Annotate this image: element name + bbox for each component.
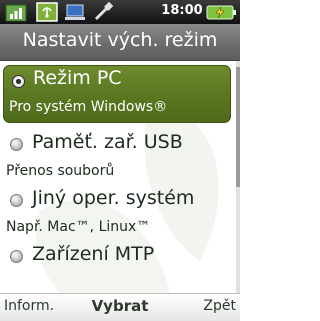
clock: 18:00 xyxy=(161,3,203,18)
radio-icon xyxy=(10,194,23,207)
usb-cable-icon xyxy=(94,2,114,21)
status-bar: 18:00 xyxy=(0,0,240,24)
option-mtp-device[interactable]: Zařízení MTP xyxy=(0,239,236,279)
option-label: Zařízení MTP xyxy=(32,243,155,265)
option-usb-storage[interactable]: Paměť. zař. USB Přenos souborů xyxy=(0,127,236,183)
scrollbar[interactable] xyxy=(236,61,240,293)
scrollbar-thumb[interactable] xyxy=(236,67,240,187)
softkey-back[interactable]: Zpět xyxy=(203,298,236,314)
option-pc-mode[interactable]: Režim PC Pro systém Windows® xyxy=(3,65,231,123)
option-label: Jiný oper. systém xyxy=(32,187,195,209)
option-list-area: Režim PC Pro systém Windows® Paměť. zař.… xyxy=(0,61,240,293)
softkey-bar: Inform. Vybrat Zpět xyxy=(0,293,240,321)
radio-icon xyxy=(10,250,23,263)
option-sublabel: Pro systém Windows® xyxy=(9,99,168,115)
usb-computer-icon xyxy=(65,4,85,20)
option-sublabel: Přenos souborů xyxy=(6,163,115,179)
option-other-os[interactable]: Jiný oper. systém Např. Mac™, Linux™ xyxy=(0,183,236,239)
option-label: Paměť. zař. USB xyxy=(32,131,183,153)
radio-selected-icon xyxy=(12,75,25,88)
option-label: Režim PC xyxy=(33,67,122,89)
title-bar: Nastavit vých. režim xyxy=(0,24,240,61)
signal-icon xyxy=(5,4,27,22)
network-icon xyxy=(36,2,58,22)
option-list: Režim PC Pro systém Windows® Paměť. zař.… xyxy=(0,61,236,279)
option-sublabel: Např. Mac™, Linux™ xyxy=(6,219,151,235)
page-title: Nastavit vých. režim xyxy=(22,29,218,51)
radio-icon xyxy=(10,138,23,151)
battery-charging-icon xyxy=(206,5,236,20)
